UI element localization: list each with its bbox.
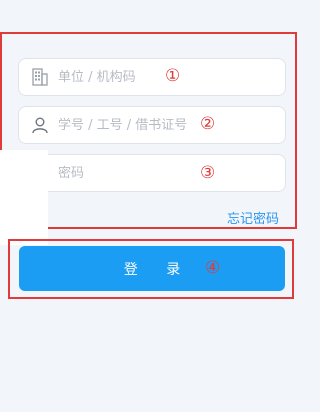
forgot-password-link[interactable]: 忘记密码: [227, 208, 279, 227]
annotation-marker-2: ②: [200, 114, 216, 134]
user-icon: [22, 107, 58, 143]
login-button[interactable]: 登 录: [19, 246, 285, 291]
login-page: ① ② ③ 忘记密码 登 录: [0, 0, 299, 412]
password-input[interactable]: [58, 158, 198, 188]
account-input[interactable]: [58, 110, 198, 140]
password-field[interactable]: [18, 154, 286, 192]
obscured-region: [0, 150, 48, 245]
annotation-marker-1: ①: [165, 66, 181, 86]
login-button-highlight: 登 录 ④: [8, 239, 294, 299]
account-field[interactable]: [18, 106, 286, 144]
annotation-marker-3: ③: [200, 163, 216, 183]
building-icon: [22, 59, 58, 95]
annotation-marker-4: ④: [205, 258, 221, 278]
institution-field[interactable]: [18, 58, 286, 96]
